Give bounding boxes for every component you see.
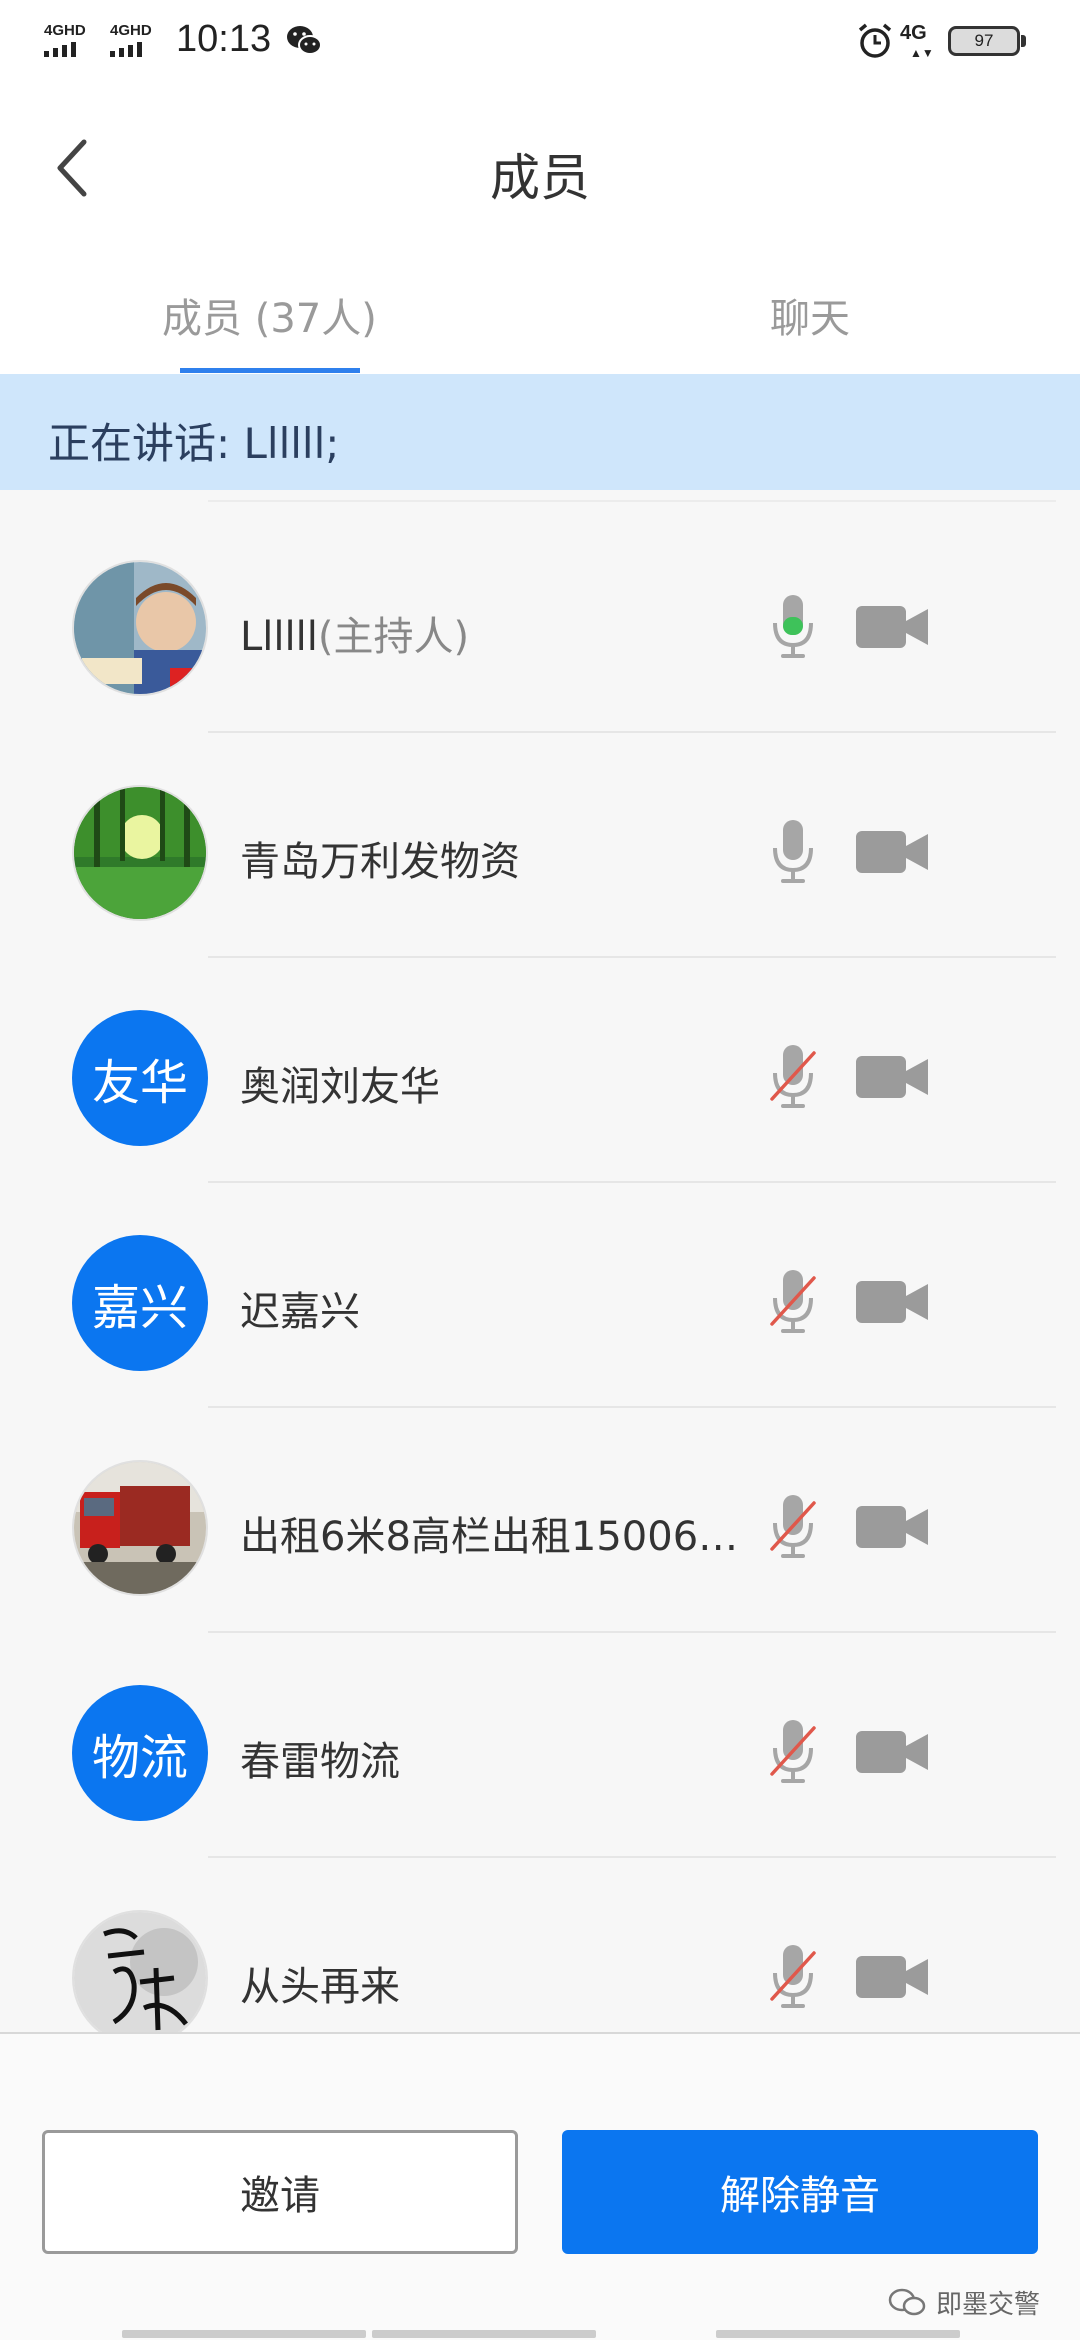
network-4g-icon: 4G ▲▼ <box>900 22 934 60</box>
calligraphy-photo-icon <box>74 1912 206 2032</box>
header: 成员 <box>0 84 1080 256</box>
member-name: 出租6米8高栏出租15006… <box>240 1514 739 1560</box>
gesture-bar <box>372 2330 596 2338</box>
avatar: 物流 <box>72 1685 208 1821</box>
gesture-bar <box>122 2330 366 2338</box>
watermark-text: 即墨交警 <box>936 2290 1041 2320</box>
member-list[interactable]: Llllll(主持人) 青岛万利发物资 友华 奥润刘友华 嘉兴 迟嘉兴 出租6米… <box>0 490 1080 2032</box>
member-name: Llllll(主持人) <box>240 614 470 660</box>
video-camera-icon[interactable] <box>856 828 928 876</box>
avatar <box>72 1910 208 2032</box>
member-name: 青岛万利发物资 <box>240 839 520 885</box>
avatar: 嘉兴 <box>72 1235 208 1371</box>
avatar <box>72 1460 208 1596</box>
signal-sim2-icon: 4GHD <box>106 22 162 58</box>
avatar: 友华 <box>72 1010 208 1146</box>
status-bar: 4GHD 4GHD 10:13 4G ▲▼ 97 <box>0 0 1080 84</box>
member-row[interactable]: 物流 春雷物流 <box>0 1633 1080 1858</box>
microphone-muted-icon[interactable] <box>770 1493 816 1561</box>
member-name: 从头再来 <box>240 1964 400 2010</box>
speaking-banner: 正在讲话: Llllll; <box>0 374 1080 490</box>
member-name: 春雷物流 <box>240 1739 400 1785</box>
member-row[interactable]: 友华 奥润刘友华 <box>0 958 1080 1183</box>
page-title: 成员 <box>490 149 590 207</box>
sim1-label: 4GHD <box>44 22 86 39</box>
invite-button[interactable]: 邀请 <box>42 2130 518 2254</box>
microphone-muted-icon[interactable] <box>770 1718 816 1786</box>
member-row[interactable]: 出租6米8高栏出租15006… <box>0 1408 1080 1633</box>
unmute-button[interactable]: 解除静音 <box>562 2130 1038 2254</box>
battery-level: 97 <box>974 31 994 50</box>
microphone-icon[interactable] <box>770 818 816 886</box>
truck-photo-icon <box>74 1462 206 1594</box>
member-row[interactable]: 青岛万利发物资 <box>0 733 1080 958</box>
member-row[interactable]: Llllll(主持人) <box>0 508 1080 733</box>
avatar <box>72 785 208 921</box>
video-camera-icon[interactable] <box>856 1278 928 1326</box>
alarm-icon <box>858 23 892 58</box>
tab-members[interactable]: 成员 (37人) <box>162 286 377 344</box>
status-time: 10:13 <box>176 18 272 60</box>
video-camera-icon[interactable] <box>856 1053 928 1101</box>
wechat-logo-icon <box>888 2288 926 2316</box>
signal-sim1-icon: 4GHD <box>40 22 96 58</box>
video-camera-icon[interactable] <box>856 603 928 651</box>
wechat-icon <box>287 26 322 55</box>
microphone-muted-icon[interactable] <box>770 1943 816 2011</box>
battery-icon: 97 <box>948 26 1028 56</box>
avatar <box>72 560 208 696</box>
sim2-label: 4GHD <box>110 22 152 39</box>
speaking-text: 正在讲话: Llllll; <box>48 419 340 468</box>
member-name: 奥润刘友华 <box>240 1064 440 1110</box>
tab-bar: 成员 (37人) 聊天 <box>0 256 1080 373</box>
forest-photo-icon <box>74 787 206 919</box>
video-camera-icon[interactable] <box>856 1503 928 1551</box>
microphone-muted-icon[interactable] <box>770 1268 816 1336</box>
member-row[interactable]: 嘉兴 迟嘉兴 <box>0 1183 1080 1408</box>
gesture-bar <box>716 2330 960 2338</box>
network-label: 4G <box>900 22 927 44</box>
host-label: (主持人) <box>317 614 470 660</box>
video-camera-icon[interactable] <box>856 1728 928 1776</box>
list-top-divider <box>208 500 1056 502</box>
tab-chat[interactable]: 聊天 <box>770 286 850 344</box>
member-row[interactable]: 从头再来 <box>0 1858 1080 2032</box>
video-camera-icon[interactable] <box>856 1953 928 2001</box>
microphone-muted-icon[interactable] <box>770 1043 816 1111</box>
bottom-bar: 邀请 解除静音 即墨交警 <box>0 2034 1080 2340</box>
member-name: 迟嘉兴 <box>240 1289 360 1335</box>
tab-active-indicator <box>180 368 360 373</box>
child-photo-icon <box>74 562 206 694</box>
microphone-active-icon[interactable] <box>770 593 816 661</box>
